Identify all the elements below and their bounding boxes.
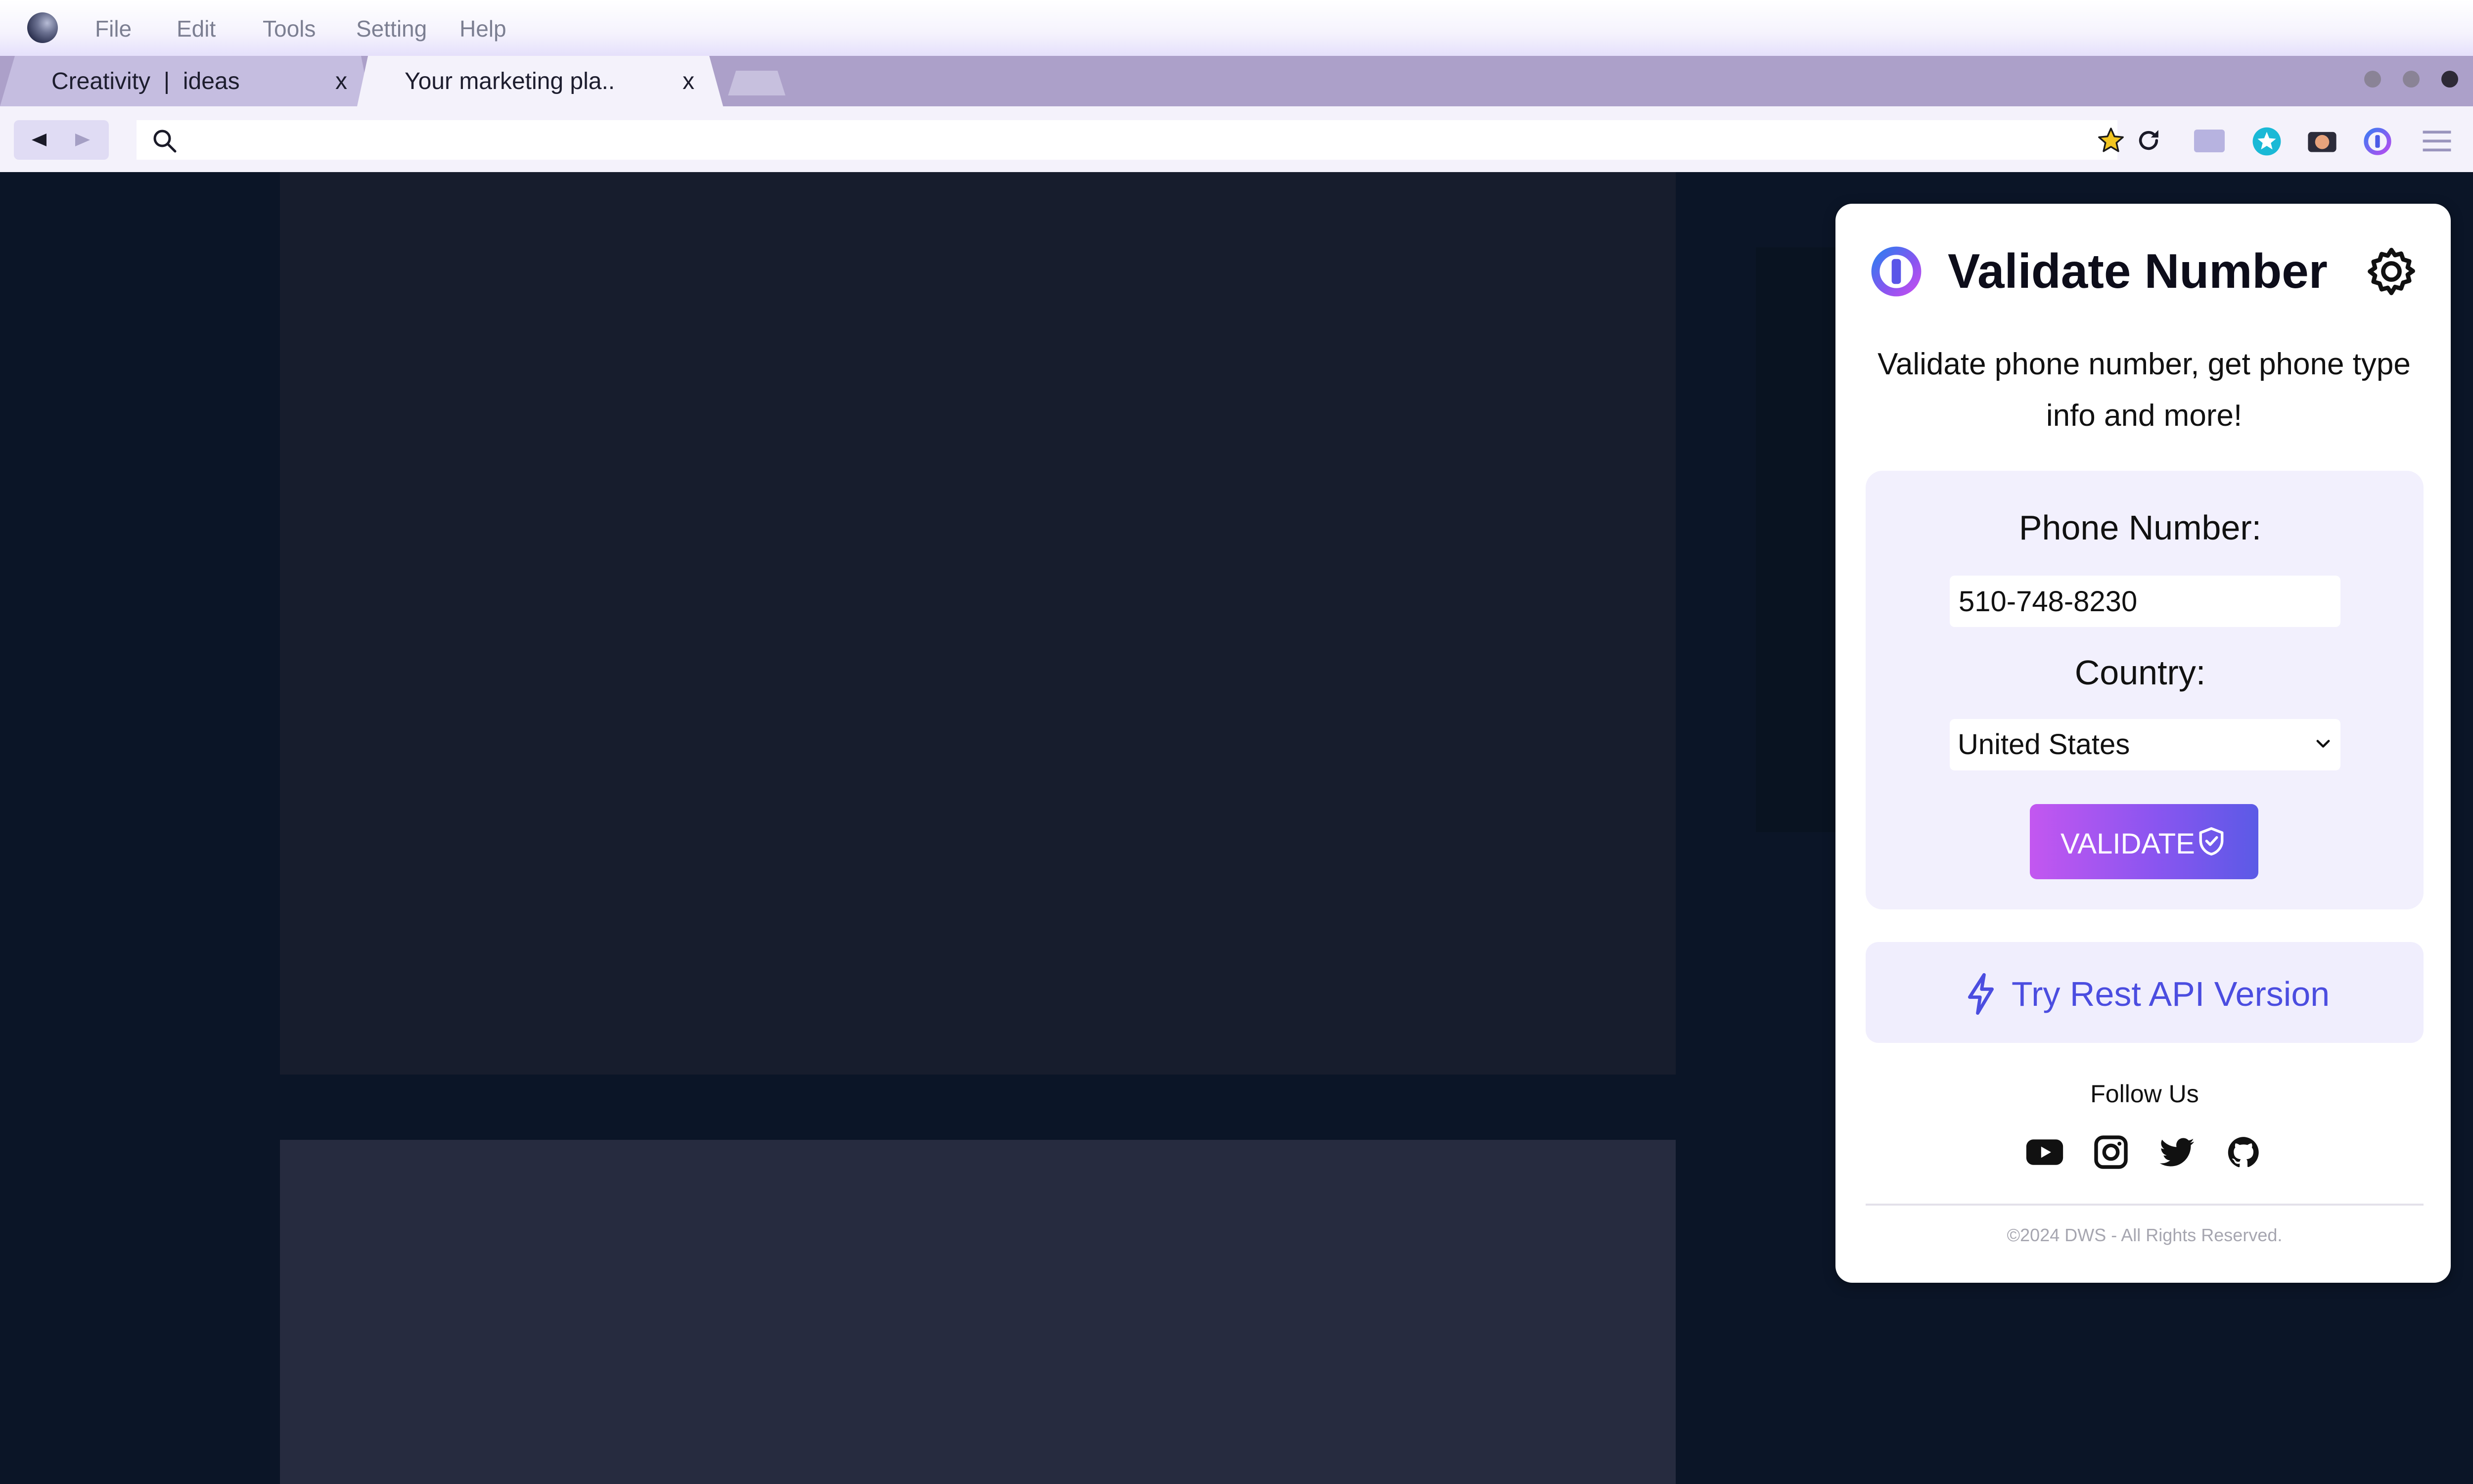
menu-tools[interactable]: Tools <box>263 15 316 43</box>
content-panel-bottom <box>280 1140 1676 1484</box>
shield-check-icon <box>2199 827 2224 856</box>
camera-icon[interactable] <box>2307 126 2337 157</box>
tab-marketing-label: Your marketing pla.. <box>405 68 615 94</box>
country-select-value: United States <box>1958 728 2130 761</box>
screen-icon[interactable] <box>2194 130 2225 152</box>
copyright-text: ©2024 DWS - All Rights Reserved. <box>2007 1225 2283 1245</box>
youtube-icon[interactable] <box>2025 1135 2064 1169</box>
phone-number-input[interactable] <box>1950 576 2340 627</box>
address-bar[interactable] <box>137 120 2117 160</box>
follow-us-label: Follow Us <box>2090 1080 2199 1108</box>
tab-creativity-close-button[interactable]: x <box>335 67 347 96</box>
tab-marketing-close-button[interactable]: x <box>683 67 694 96</box>
rest-api-link[interactable]: Try Rest API Version <box>2012 973 2330 1015</box>
menu-file[interactable]: File <box>95 15 132 43</box>
content-panel-top <box>280 172 1676 1075</box>
validate-number-logo-icon <box>1871 246 1922 297</box>
twitter-icon[interactable] <box>2157 1135 2197 1169</box>
chevron-down-icon <box>2316 740 2330 748</box>
window-maximize-button[interactable] <box>2403 71 2420 88</box>
github-icon[interactable] <box>2224 1135 2263 1169</box>
forward-arrow-icon[interactable] <box>74 133 91 147</box>
hamburger-menu-icon[interactable] <box>2422 128 2452 154</box>
reload-icon[interactable] <box>2135 127 2162 154</box>
menu-help[interactable]: Help <box>459 15 506 43</box>
settings-gear-icon[interactable] <box>2364 244 2419 299</box>
menu-edit[interactable]: Edit <box>177 15 216 43</box>
validate-number-extension-icon[interactable] <box>2362 126 2393 157</box>
instagram-icon[interactable] <box>2091 1135 2131 1169</box>
country-label: Country: <box>2074 653 2206 692</box>
new-tab-button[interactable] <box>728 71 785 95</box>
window-close-button[interactable] <box>2441 71 2458 88</box>
footer-divider <box>1866 1204 2424 1206</box>
back-arrow-icon[interactable] <box>31 133 47 147</box>
star-icon[interactable] <box>2096 126 2126 155</box>
phone-number-label: Phone Number: <box>2018 508 2262 547</box>
nav-buttons <box>14 120 109 160</box>
popup-description: Validate phone number, get phone type in… <box>1878 347 2411 433</box>
search-icon <box>153 130 177 153</box>
star-badge-icon[interactable] <box>2251 126 2282 157</box>
popup-title: Validate Number <box>1948 244 2328 298</box>
window-minimize-button[interactable] <box>2364 71 2381 88</box>
lightning-icon <box>1968 973 1994 1015</box>
menu-setting[interactable]: Setting <box>356 15 427 43</box>
app-logo-icon <box>27 12 58 43</box>
tab-creativity-label: Creativity | ideas <box>51 68 240 94</box>
validate-button-label: VALIDATE <box>2061 828 2195 860</box>
